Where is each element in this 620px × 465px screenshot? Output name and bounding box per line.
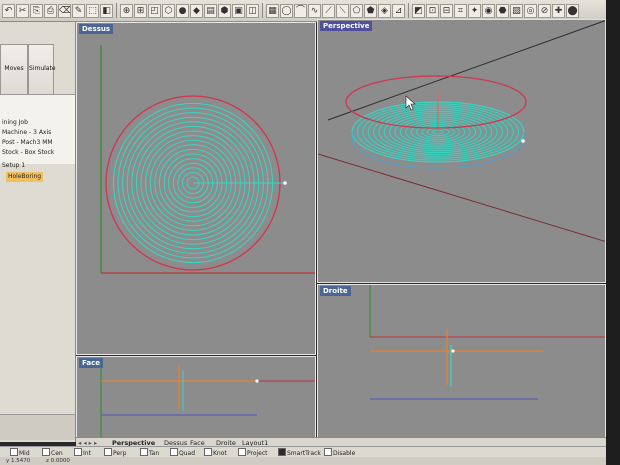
toolbar-button-8[interactable]: ◧	[100, 3, 113, 18]
moves-label: Moves	[4, 65, 24, 72]
toolbar-button-18[interactable]: ◫	[246, 3, 259, 18]
osnap-label: Mid	[19, 450, 30, 457]
tree-item[interactable]: HoleBoring	[6, 172, 44, 182]
checkbox[interactable]	[204, 448, 212, 456]
checkbox[interactable]	[10, 448, 18, 456]
tree-item[interactable]: Post - Mach3 MM	[2, 138, 53, 148]
simulate-label: Simulate	[29, 65, 56, 72]
tree-item[interactable]: Stock - Box Stock	[2, 148, 54, 158]
tree-item[interactable]: Machine - 3 Axis	[2, 128, 51, 138]
coordinate-z: z 0.0000	[46, 458, 70, 464]
osnap-label: Perp	[113, 450, 127, 457]
toolbar-button-30[interactable]: ⊡	[426, 3, 439, 18]
toolbar-button-40[interactable]: ⬤	[566, 3, 579, 18]
checkbox[interactable]	[324, 448, 332, 456]
toolbar-button-37[interactable]: ◎	[524, 3, 537, 18]
endpoint-marker	[451, 349, 455, 353]
toolbar-button-34[interactable]: ◉	[482, 3, 495, 18]
toolbar-button-11[interactable]: ◰	[148, 3, 161, 18]
viewport-perspective[interactable]: Perspective	[317, 19, 606, 283]
toolbar-button-22[interactable]: ∿	[308, 3, 321, 18]
viewport-title-perspective[interactable]: Perspective	[320, 21, 373, 31]
coordinate-y: y 1.5470	[6, 458, 31, 464]
monitor-bezel	[606, 0, 620, 465]
toolbar-button-6[interactable]: ✎	[72, 3, 85, 18]
status-bar: y 1.5470 z 0.0000	[0, 457, 606, 465]
tree-item[interactable]: Setup 1	[2, 161, 25, 171]
toolbar-button-39[interactable]: ✚	[552, 3, 565, 18]
toolbar-button-1[interactable]: ↶	[2, 3, 15, 18]
osnap-label: Disable	[333, 450, 356, 457]
toolbar-button-38[interactable]: ⊘	[538, 3, 551, 18]
checkbox[interactable]	[104, 448, 112, 456]
toolbar-button-36[interactable]: ▨	[510, 3, 523, 18]
toolbar-button-17[interactable]: ▣	[232, 3, 245, 18]
toolbar-button-2[interactable]: ✂	[16, 3, 29, 18]
toolbar-button-32[interactable]: ⌗	[454, 3, 467, 18]
osnap-bar: Mid Cen Int Perp Tan Quad Knot Project SmartTrac…	[0, 446, 606, 457]
toolbar-button-4[interactable]: ⎙	[44, 3, 57, 18]
checkbox[interactable]	[170, 448, 178, 456]
osnap-label: SmartTrack	[287, 450, 321, 457]
toolbar-button-7[interactable]: ⬚	[86, 3, 99, 18]
toolbar-button-35[interactable]: ⬣	[496, 3, 509, 18]
osnap-label: Cen	[51, 450, 63, 457]
toolbar-button-9[interactable]: ⊕	[120, 3, 133, 18]
toolbar-button-3[interactable]: ⎘	[30, 3, 43, 18]
toolbar-separator	[116, 3, 117, 18]
viewport-droite[interactable]: Droite	[317, 284, 606, 438]
osnap-label: Project	[247, 450, 268, 457]
toolbar-button-12[interactable]: ⬡	[162, 3, 175, 18]
toolbar-button-31[interactable]: ⊟	[440, 3, 453, 18]
toolbar-button-15[interactable]: ▤	[204, 3, 217, 18]
toolbar-separator	[262, 3, 263, 18]
endpoint-marker	[283, 181, 287, 185]
toolbar-button-10[interactable]: ⊞	[134, 3, 147, 18]
osnap-label: Knot	[213, 450, 227, 457]
viewport-face[interactable]: Face	[76, 356, 316, 438]
toolbar-button-25[interactable]: ⬠	[350, 3, 363, 18]
toolbar-button-27[interactable]: ◈	[378, 3, 391, 18]
toolbar-button-23[interactable]: ⟋	[322, 3, 335, 18]
perspective-canvas[interactable]	[318, 20, 606, 283]
checkbox[interactable]	[42, 448, 50, 456]
toolbar-button-21[interactable]: ⌒	[294, 3, 307, 18]
droite-canvas[interactable]	[318, 285, 606, 438]
face-canvas[interactable]	[77, 357, 316, 438]
viewport-title-dessus[interactable]: Dessus	[79, 24, 114, 34]
osnap-label: Quad	[179, 450, 196, 457]
toolbar-button-33[interactable]: ✦	[468, 3, 481, 18]
viewport-title-droite[interactable]: Droite	[320, 286, 351, 296]
viewport-title-face[interactable]: Face	[79, 358, 103, 368]
checkbox[interactable]	[238, 448, 246, 456]
viewport-dessus[interactable]: Dessus	[76, 22, 316, 355]
checkbox[interactable]	[74, 448, 82, 456]
endpoint-marker	[255, 379, 259, 383]
toolbar-separator	[408, 3, 409, 18]
toolbar-button-13[interactable]: ●	[176, 3, 189, 18]
checkbox[interactable]	[140, 448, 148, 456]
osnap-label: Int	[83, 450, 91, 457]
toolbar-button-20[interactable]: ◯	[280, 3, 293, 18]
toolbar-button-19[interactable]: ▦	[266, 3, 279, 18]
toolbar-button-28[interactable]: ⊿	[392, 3, 405, 18]
toolbar-button-14[interactable]: ◆	[190, 3, 203, 18]
toolbar-button-26[interactable]: ⬟	[364, 3, 377, 18]
tree-item[interactable]: ining Job	[2, 118, 28, 128]
toolbar-button-16[interactable]: ⬢	[218, 3, 231, 18]
left-panel-footer-toolbar	[0, 414, 75, 440]
toolbar-button-5[interactable]: ⌫	[58, 3, 71, 18]
toolbar-button-24[interactable]: ⟍	[336, 3, 349, 18]
endpoint-marker	[521, 139, 525, 143]
checkbox[interactable]	[278, 448, 286, 456]
dessus-canvas[interactable]	[77, 23, 316, 355]
osnap-label: Tan	[149, 450, 160, 457]
left-panel: Moves Simulate ining Job Machine - 3 Axis…	[0, 22, 76, 442]
toolbar-button-29[interactable]: ◩	[412, 3, 425, 18]
